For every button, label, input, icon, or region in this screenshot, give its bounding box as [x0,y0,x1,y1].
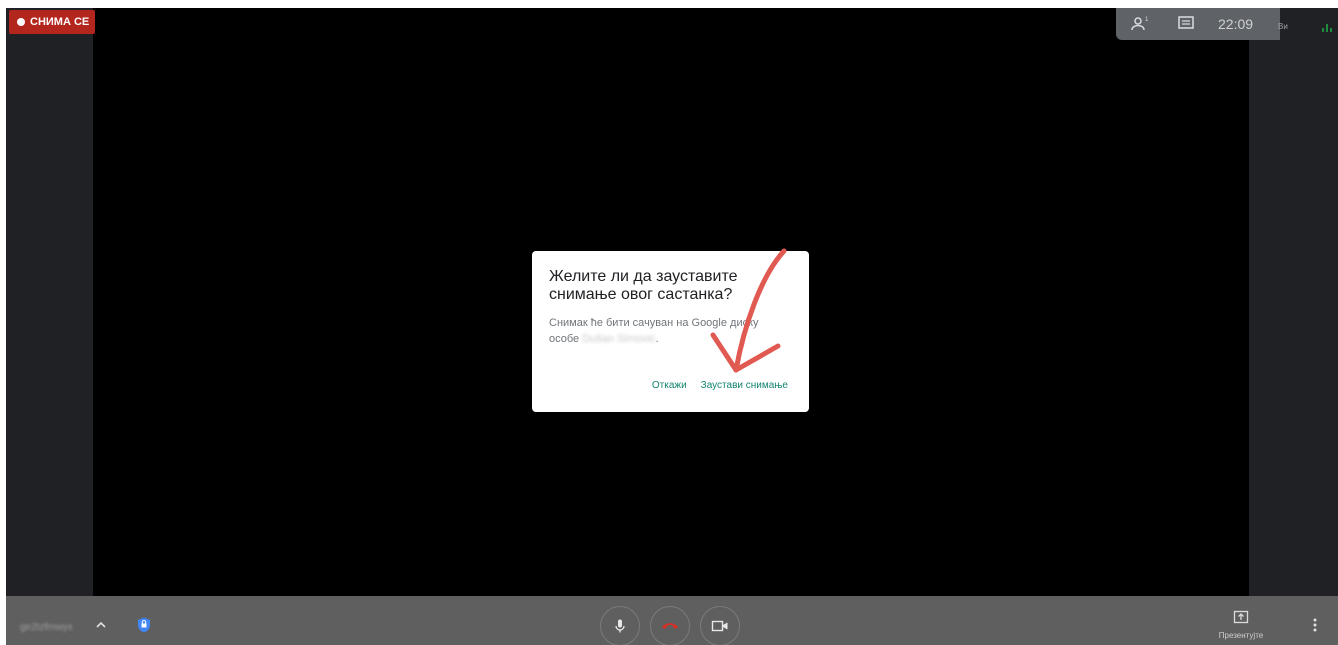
recording-dot-icon [17,18,25,26]
present-icon [1233,610,1249,624]
recording-label: СНИМА СЕ [30,16,90,28]
video-stage: СНИМА СЕ 1 22:09 Ви Желите ли да заустав… [6,8,1338,596]
stop-recording-button[interactable]: Заустави снимање [701,380,788,391]
self-tile-label: Ви [1278,22,1288,31]
meeting-code[interactable]: ge2tzfmwyx [20,622,73,633]
dialog-actions: Откажи Заустави снимање [652,380,788,391]
dialog-title: Желите ли да зауставите снимање овог сас… [549,268,738,303]
audio-level-icon [1322,24,1332,32]
dialog-body: Снимак ће бити сачуван на Google диску о… [549,315,789,347]
bottom-control-bar: ge2tzfmwyx Презентујте [6,596,1338,645]
end-call-icon [662,623,678,629]
camera-icon [711,620,728,632]
dialog-body-suffix: . [655,333,659,345]
present-button[interactable]: Презентујте [1211,610,1271,640]
camera-button[interactable] [700,606,740,645]
recording-badge: СНИМА СЕ [9,10,95,34]
present-label: Презентујте [1218,631,1264,640]
people-icon[interactable]: 1 [1130,14,1150,34]
microphone-icon [615,619,625,633]
cancel-button[interactable]: Откажи [652,380,687,391]
chat-icon[interactable] [1176,14,1196,34]
dialog-owner-name: Dušan Simović [582,333,656,345]
people-count: 1 [1145,17,1149,23]
shield-icon[interactable] [135,616,153,634]
top-info-bar: 1 22:09 [1116,8,1280,40]
stop-recording-dialog: Желите ли да зауставите снимање овог сас… [532,251,809,412]
end-call-button[interactable] [650,606,690,645]
chevron-up-icon[interactable] [94,618,108,632]
more-options-icon[interactable] [1310,616,1320,634]
meet-window: СНИМА СЕ 1 22:09 Ви Желите ли да заустав… [6,8,1338,645]
clock: 22:09 [1218,16,1254,32]
microphone-button[interactable] [600,606,640,645]
